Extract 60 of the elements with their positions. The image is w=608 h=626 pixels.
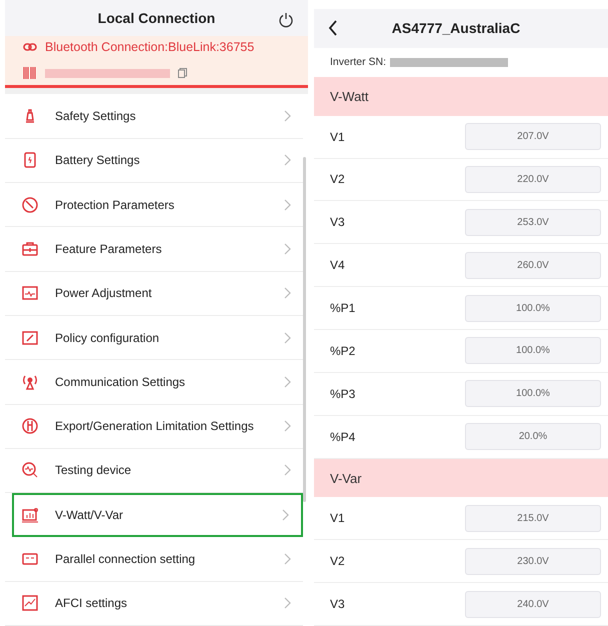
menu-item[interactable]: V-Watt/V-Var [12,493,303,538]
chevron-icon [284,597,291,610]
chevron-icon [284,110,291,122]
search-pulse-icon [21,461,39,480]
chevron-icon [284,154,291,166]
field-label: %P3 [330,386,356,401]
copy-icon[interactable] [178,68,187,78]
barcode-icon [23,66,37,80]
field-label: %P4 [330,430,356,444]
serial-label: Inverter SN: [330,56,386,68]
menu-item[interactable]: AFCI settings [5,582,303,626]
power-icon[interactable] [278,12,294,28]
page-title: AS4777_AustraliaC [390,20,522,36]
chevron-icon [284,420,291,432]
menu-item[interactable]: Export/Generation Limitation Settings [5,404,303,449]
menu-item[interactable]: Parallel connection setting [5,537,303,582]
value-field[interactable]: 260.0V [465,252,601,279]
field-label: V1 [330,130,346,144]
chevron-icon [284,242,291,255]
chevron-icon [284,332,291,344]
value-field[interactable]: 100.0% [465,380,601,408]
monitor-pulse-icon [21,284,39,302]
field-label: V2 [330,554,346,568]
chevron-icon [284,287,291,300]
field-label: %P1 [330,301,356,316]
value-field[interactable]: 230.0V [465,548,601,575]
menu-item[interactable]: Feature Parameters [5,227,303,272]
chevron-icon [284,198,291,211]
value-field[interactable]: 220.0V [465,166,601,193]
field-label: V3 [330,597,346,612]
chevron-icon [284,376,291,388]
toolbox-icon [21,240,39,258]
value-field[interactable]: 253.0V [465,208,601,236]
value-field[interactable]: 207.0V [465,123,601,150]
value-field[interactable]: 100.0% [465,337,601,364]
value-field[interactable]: 20.0% [465,423,601,450]
chart-card-icon [21,594,39,612]
chevron-icon [282,509,289,522]
menu-item[interactable]: Protection Parameters [5,183,303,228]
field-label: V2 [330,172,346,186]
section-header: V-Var [314,458,608,498]
link-icon [23,43,37,52]
chart-screen-icon [21,506,39,524]
section-header: V-Watt [314,76,608,116]
back-icon[interactable] [328,20,338,36]
menu-item[interactable]: Power Adjustment [5,272,303,316]
value-field[interactable]: 215.0V [465,504,601,532]
chevron-icon [284,553,291,566]
field-label: V4 [330,258,346,272]
menu-item[interactable]: Safety Settings [5,94,303,139]
menu-item[interactable]: Policy configuration [5,316,303,360]
chevron-icon [284,464,291,476]
value-field[interactable]: 100.0% [465,294,601,322]
field-label: V1 [330,511,346,526]
connection-text: Bluetooth Connection:BlueLink:36755 [45,40,254,54]
menu-item[interactable]: Battery Settings [5,138,303,184]
field-label: V3 [330,215,346,230]
value-field[interactable]: 240.0V [465,590,601,618]
field-label: %P2 [330,344,356,358]
page-title: Local Connection [98,10,216,26]
